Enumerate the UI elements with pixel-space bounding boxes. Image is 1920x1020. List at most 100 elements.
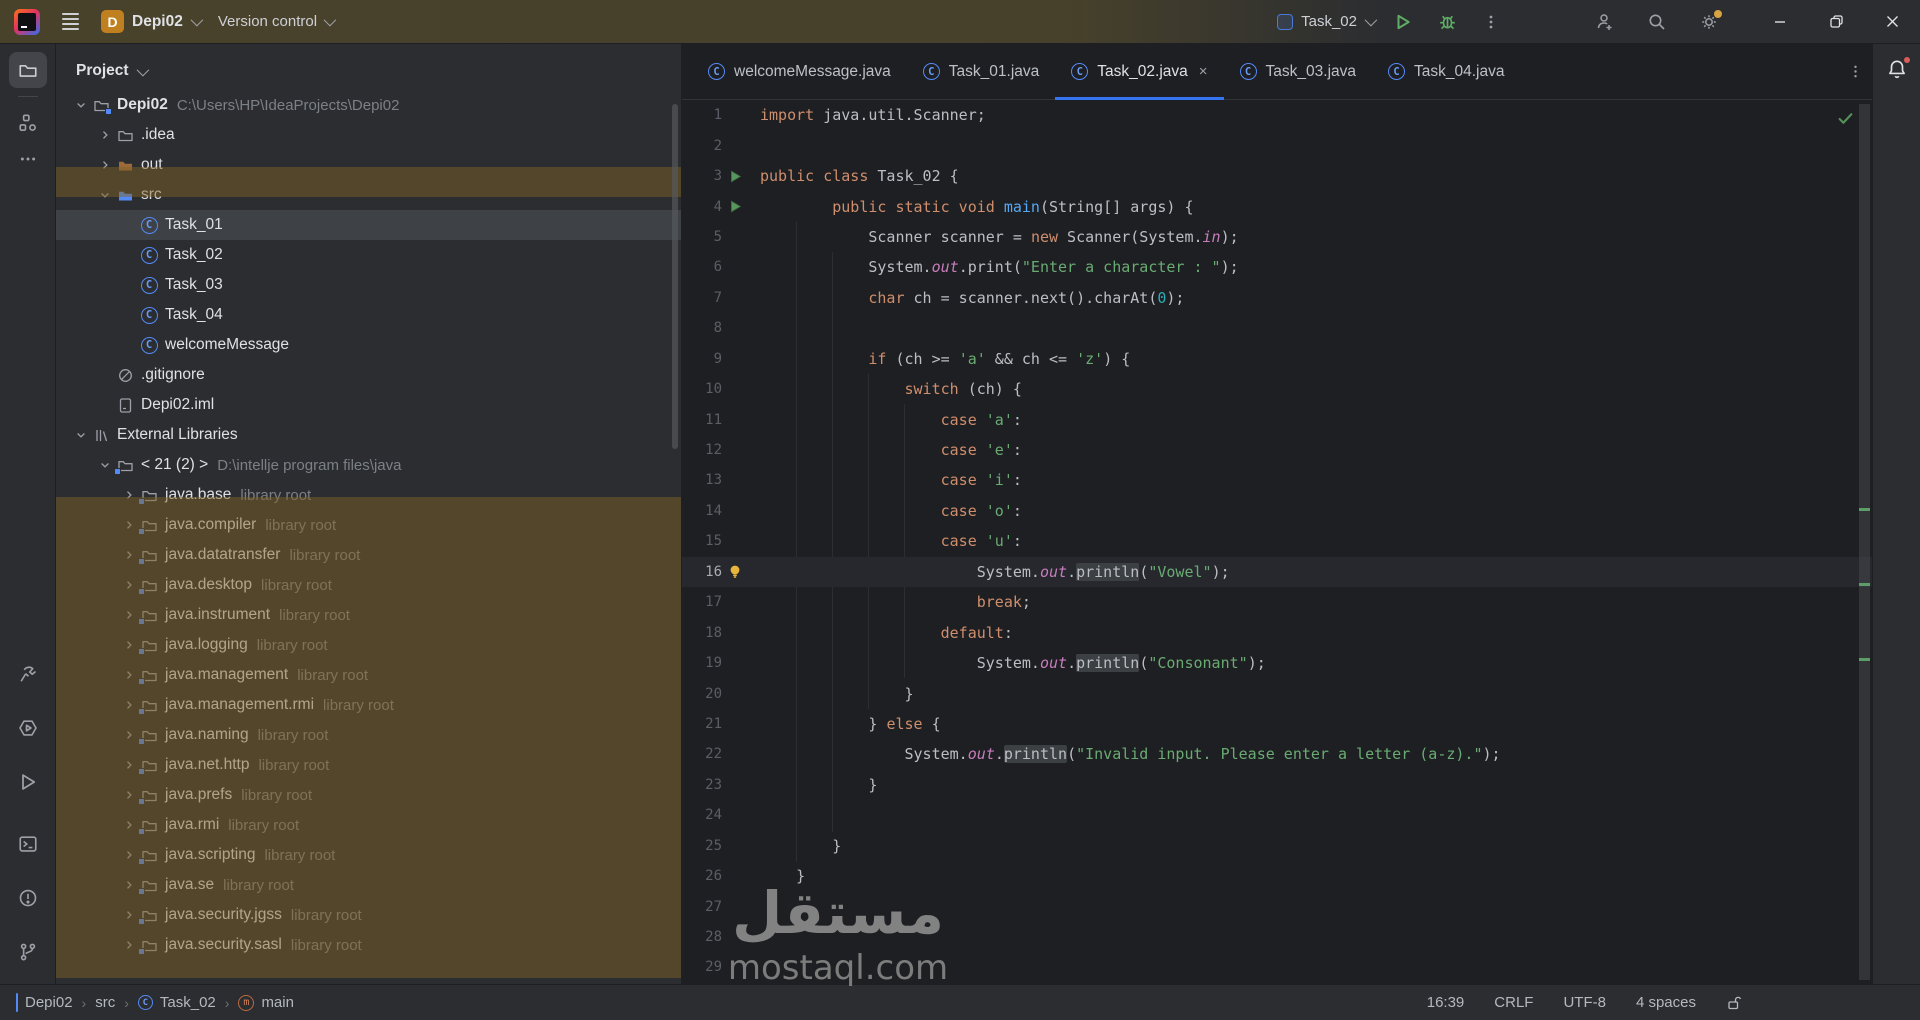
code-editor[interactable]: 1 import java.util.Scanner; 2 3 public class… — [682, 100, 1872, 984]
code-line-14[interactable]: 14 case 'o': — [682, 496, 1872, 526]
tree-item-java-rmi[interactable]: java.rmi library root — [56, 810, 681, 840]
close-tab-icon[interactable]: × — [1199, 63, 1208, 80]
code-line-16[interactable]: 16 System.out.println("Vowel"); — [682, 556, 1872, 587]
chevron-down-icon[interactable] — [70, 99, 92, 111]
code-line-18[interactable]: 18 default: — [682, 617, 1872, 647]
tree-item-welcomemessage[interactable]: CwelcomeMessage — [56, 330, 681, 360]
tree-item-java-security-sasl[interactable]: java.security.sasl library root — [56, 930, 681, 960]
line-number[interactable]: 26 — [682, 868, 722, 884]
code-line-10[interactable]: 10 switch (ch) { — [682, 374, 1872, 404]
tab-task-01-java[interactable]: C Task_01.java — [907, 44, 1055, 99]
code-line-24[interactable]: 24 — [682, 800, 1872, 830]
code-line-4[interactable]: 4 public static void main(String[] args)… — [682, 191, 1872, 221]
project-tool-button[interactable] — [8, 52, 47, 88]
chevron-right-icon[interactable] — [118, 909, 140, 921]
usage-marker[interactable] — [1859, 583, 1870, 586]
tree-item-java-base[interactable]: java.base library root — [56, 480, 681, 510]
run-gutter-icon[interactable] — [722, 170, 748, 183]
code-line-22[interactable]: 22 System.out.println("Invalid input. Pl… — [682, 739, 1872, 769]
tree-item--21-2-[interactable]: < 21 (2) > D:\intellje program files\java — [56, 450, 681, 480]
code-line-23[interactable]: 23 } — [682, 770, 1872, 800]
version-control-tool-button[interactable] — [9, 934, 47, 970]
code-line-19[interactable]: 19 System.out.println("Consonant"); — [682, 648, 1872, 678]
line-number[interactable]: 16 — [682, 564, 722, 580]
line-number[interactable]: 9 — [682, 351, 722, 367]
chevron-right-icon[interactable] — [94, 129, 116, 141]
tree-item-task-04[interactable]: C Task_04 — [56, 300, 681, 330]
chevron-right-icon[interactable] — [118, 879, 140, 891]
window-close-button[interactable] — [1864, 0, 1920, 44]
line-number[interactable]: 11 — [682, 412, 722, 428]
chevron-right-icon[interactable] — [118, 639, 140, 651]
line-number[interactable]: 24 — [682, 807, 722, 823]
line-number[interactable]: 17 — [682, 594, 722, 610]
intention-bulb-icon[interactable] — [722, 564, 748, 579]
chevron-right-icon[interactable] — [118, 699, 140, 711]
project-panel-header[interactable]: Project — [56, 44, 681, 90]
code-line-5[interactable]: 5 Scanner scanner = new Scanner(System.i… — [682, 222, 1872, 252]
code-with-me-button[interactable] — [1590, 7, 1620, 37]
tree-item-java-compiler[interactable]: java.compiler library root — [56, 510, 681, 540]
run-button[interactable] — [1388, 7, 1418, 37]
line-number[interactable]: 1 — [682, 107, 722, 123]
unlock-icon[interactable] — [1726, 995, 1742, 1011]
line-number[interactable]: 25 — [682, 838, 722, 854]
run-tool-button[interactable] — [9, 764, 47, 800]
tab-options-button[interactable] — [1838, 44, 1872, 99]
notifications-bell-button[interactable] — [1886, 55, 1912, 80]
code-line-20[interactable]: 20 } — [682, 678, 1872, 708]
chevron-right-icon[interactable] — [118, 729, 140, 741]
line-number[interactable]: 13 — [682, 472, 722, 488]
line-number[interactable]: 2 — [682, 138, 722, 154]
code-line-9[interactable]: 9 if (ch >= 'a' && ch <= 'z') { — [682, 344, 1872, 374]
tree-item-depi02-iml[interactable]: Depi02.iml — [56, 390, 681, 420]
line-number[interactable]: 5 — [682, 229, 722, 245]
tree-item-depi02[interactable]: Depi02 C:\Users\HP\IdeaProjects\Depi02 — [56, 90, 681, 120]
problems-tool-button[interactable] — [9, 880, 47, 916]
tab-welcomemessage-java[interactable]: CwelcomeMessage.java — [692, 44, 907, 99]
chevron-down-icon[interactable] — [94, 189, 116, 201]
line-number[interactable]: 23 — [682, 777, 722, 793]
line-separator[interactable]: CRLF — [1494, 994, 1533, 1011]
line-number[interactable]: 27 — [682, 899, 722, 915]
caret-position[interactable]: 16:39 — [1427, 994, 1465, 1011]
chevron-right-icon[interactable] — [118, 939, 140, 951]
breadcrumb-depi02[interactable]: Depi02 — [16, 993, 73, 1012]
line-number[interactable]: 14 — [682, 503, 722, 519]
code-line-3[interactable]: 3 public class Task_02 { — [682, 161, 1872, 191]
indent-setting[interactable]: 4 spaces — [1636, 994, 1696, 1011]
chevron-right-icon[interactable] — [118, 489, 140, 501]
chevron-right-icon[interactable] — [118, 669, 140, 681]
tree-item-java-logging[interactable]: java.logging library root — [56, 630, 681, 660]
inspections-ok-icon[interactable] — [1837, 110, 1854, 127]
window-minimize-button[interactable] — [1752, 0, 1808, 44]
tree-item-out[interactable]: out — [56, 150, 681, 180]
tree-item-java-management-rmi[interactable]: java.management.rmi library root — [56, 690, 681, 720]
line-number[interactable]: 4 — [682, 199, 722, 215]
tree-item-external-libraries[interactable]: External Libraries — [56, 420, 681, 450]
line-number[interactable]: 22 — [682, 746, 722, 762]
terminal-tool-button[interactable] — [9, 826, 47, 862]
line-number[interactable]: 3 — [682, 168, 722, 184]
more-actions-button[interactable] — [1476, 7, 1506, 37]
tree-item-java-se[interactable]: java.se library root — [56, 870, 681, 900]
line-number[interactable]: 28 — [682, 929, 722, 945]
tree-item-java-datatransfer[interactable]: java.datatransfer library root — [56, 540, 681, 570]
more-tool-windows-button[interactable] — [9, 141, 47, 177]
tree-item--idea[interactable]: .idea — [56, 120, 681, 150]
line-number[interactable]: 6 — [682, 259, 722, 275]
chevron-right-icon[interactable] — [118, 789, 140, 801]
tree-item-java-prefs[interactable]: java.prefs library root — [56, 780, 681, 810]
code-line-25[interactable]: 25 } — [682, 831, 1872, 861]
tab-task-03-java[interactable]: C Task_03.java — [1224, 44, 1372, 99]
line-number[interactable]: 15 — [682, 533, 722, 549]
tree-item-java-naming[interactable]: java.naming library root — [56, 720, 681, 750]
scrollbar-thumb[interactable] — [1859, 104, 1870, 980]
code-line-15[interactable]: 15 case 'u': — [682, 526, 1872, 556]
usage-marker[interactable] — [1859, 508, 1870, 511]
vcs-widget[interactable]: Version control — [218, 13, 337, 30]
build-tool-button[interactable] — [9, 656, 47, 692]
code-line-6[interactable]: 6 System.out.print("Enter a character : … — [682, 252, 1872, 282]
tree-scrollbar[interactable] — [672, 104, 678, 449]
line-number[interactable]: 29 — [682, 959, 722, 975]
